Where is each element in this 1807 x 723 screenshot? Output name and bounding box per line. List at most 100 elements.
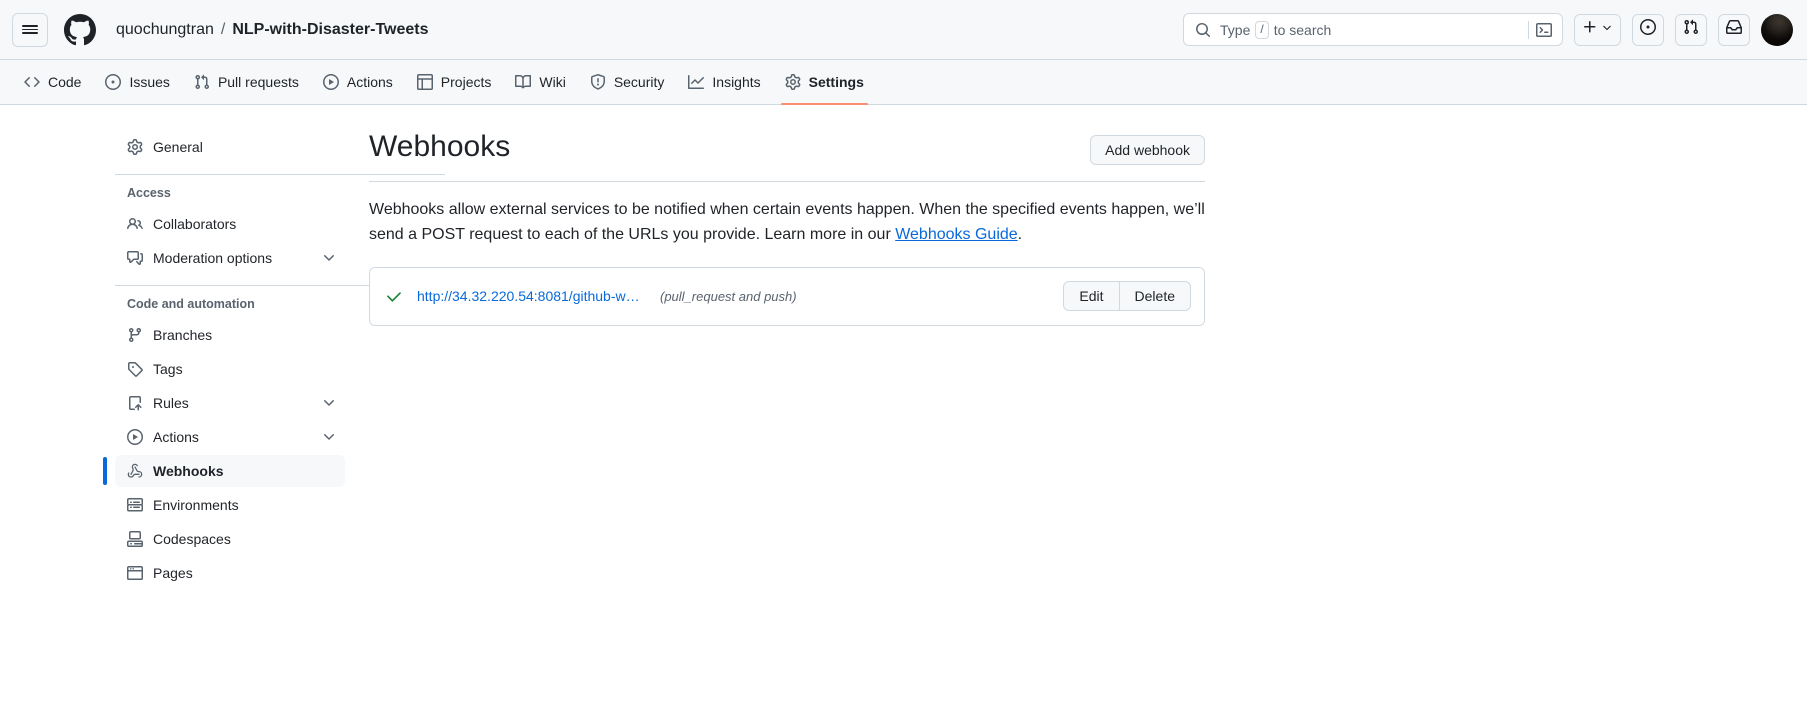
book-icon: [515, 74, 532, 90]
tab-projects[interactable]: Projects: [405, 60, 504, 104]
sidebar-item-branches[interactable]: Branches: [115, 319, 345, 351]
tab-code-label: Code: [48, 74, 82, 90]
breadcrumb: quochungtran / NLP-with-Disaster-Tweets: [116, 21, 429, 39]
breadcrumb-separator: /: [220, 20, 226, 38]
header-actions: Type / to search: [1183, 13, 1793, 46]
tab-insights-label: Insights: [712, 74, 761, 90]
tab-security-label: Security: [613, 74, 665, 90]
chevron-down-icon: [1601, 21, 1613, 39]
sidebar-item-label: Moderation options: [153, 250, 273, 266]
sidebar-item-codespaces[interactable]: Codespaces: [115, 523, 345, 555]
sidebar-item-label: Codespaces: [153, 531, 231, 547]
tab-actions[interactable]: Actions: [311, 60, 405, 104]
tab-code[interactable]: Code: [12, 60, 93, 104]
sidebar-item-label: Webhooks: [153, 463, 224, 479]
notifications-button[interactable]: [1718, 13, 1750, 46]
page-body: General Access Collaborators Moderation …: [0, 105, 1807, 723]
gear-icon: [785, 74, 801, 90]
sidebar-item-label: Pages: [153, 565, 193, 581]
shield-icon: [590, 74, 606, 90]
sidebar-item-pages[interactable]: Pages: [115, 557, 345, 589]
search-placeholder-suffix: to search: [1273, 21, 1332, 38]
github-logo-icon[interactable]: [64, 13, 96, 46]
plus-icon: [1582, 19, 1598, 40]
sidebar-item-label: Branches: [153, 327, 213, 343]
sidebar-item-moderation-options[interactable]: Moderation options: [115, 242, 345, 274]
webhooks-description-period: .: [1017, 225, 1023, 243]
search-placeholder: Type / to search: [1220, 20, 1332, 39]
tab-wiki[interactable]: Wiki: [503, 60, 577, 104]
sidebar-item-label: General: [153, 139, 203, 155]
chevron-down-icon: [321, 429, 337, 445]
search-input[interactable]: Type / to search: [1183, 13, 1563, 46]
table-icon: [416, 74, 433, 90]
avatar[interactable]: [1761, 13, 1793, 46]
search-icon: [1195, 22, 1211, 38]
sidebar-item-label: Collaborators: [153, 216, 237, 232]
webhooks-description: Webhooks allow external services to be n…: [369, 198, 1205, 248]
sidebar-item-label: Environments: [153, 497, 239, 513]
issue-opened-icon: [1640, 19, 1656, 40]
terminal-icon[interactable]: [1529, 22, 1556, 38]
tab-actions-label: Actions: [346, 74, 393, 90]
tab-insights[interactable]: Insights: [676, 60, 772, 104]
tab-projects-label: Projects: [440, 74, 492, 90]
search-slash-key: /: [1255, 20, 1269, 39]
sidebar-item-actions[interactable]: Actions: [115, 421, 345, 453]
tab-issues-label: Issues: [129, 74, 170, 90]
webhooks-guide-link[interactable]: Webhooks Guide: [895, 226, 1017, 243]
tag-icon: [127, 361, 143, 377]
server-icon: [127, 497, 143, 513]
sidebar-item-label: Rules: [153, 395, 189, 411]
issue-opened-icon: [105, 74, 122, 90]
webhook-row: http://34.32.220.54:8081/github-we… (pul…: [370, 267, 1204, 325]
create-new-button[interactable]: [1574, 13, 1621, 46]
webhook-list: http://34.32.220.54:8081/github-we… (pul…: [369, 266, 1205, 326]
check-icon: [386, 288, 403, 305]
sidebar-item-tags[interactable]: Tags: [115, 353, 345, 385]
sidebar-item-general[interactable]: General: [115, 131, 345, 163]
code-icon: [24, 74, 40, 90]
sidebar-group-access-title: Access: [127, 186, 171, 200]
gear-icon: [127, 139, 143, 155]
hamburger-menu-icon[interactable]: [12, 12, 48, 47]
webhooks-description-text: Webhooks allow external services to be n…: [369, 201, 1205, 243]
webhook-actions: Edit Delete: [1063, 281, 1191, 312]
sidebar-item-webhooks[interactable]: Webhooks: [103, 455, 345, 487]
delete-webhook-button[interactable]: Delete: [1119, 281, 1191, 312]
webhook-events: (pull_request and push): [660, 288, 797, 304]
tab-settings-label: Settings: [808, 74, 864, 90]
sidebar-group-code-automation-title: Code and automation: [127, 297, 255, 311]
webhooks-header: Webhooks Add webhook: [369, 129, 1205, 182]
add-webhook-button[interactable]: Add webhook: [1090, 135, 1205, 165]
tab-settings[interactable]: Settings: [773, 60, 876, 105]
issues-button[interactable]: [1632, 13, 1664, 46]
comment-discussion-icon: [127, 250, 143, 266]
tab-security[interactable]: Security: [578, 60, 677, 104]
page-title: Webhooks: [369, 130, 511, 163]
sidebar-item-environments[interactable]: Environments: [115, 489, 345, 521]
sidebar-item-label: Actions: [153, 429, 199, 445]
webhook-url-link[interactable]: http://34.32.220.54:8081/github-we…: [417, 288, 647, 304]
rules-icon: [127, 395, 143, 411]
sidebar-item-collaborators[interactable]: Collaborators: [115, 208, 345, 240]
play-icon: [127, 429, 143, 445]
chevron-down-icon: [321, 395, 337, 411]
breadcrumb-repo[interactable]: NLP-with-Disaster-Tweets: [232, 21, 428, 39]
tab-issues[interactable]: Issues: [93, 60, 181, 104]
browser-icon: [127, 565, 143, 581]
chevron-down-icon: [321, 250, 337, 266]
play-icon: [322, 74, 339, 90]
edit-webhook-button[interactable]: Edit: [1063, 281, 1120, 312]
tab-pull-requests[interactable]: Pull requests: [182, 60, 311, 104]
codespaces-icon: [127, 531, 143, 547]
git-pull-request-icon: [194, 74, 210, 90]
sidebar-item-rules[interactable]: Rules: [115, 387, 345, 419]
pull-requests-button[interactable]: [1675, 13, 1707, 46]
search-placeholder-prefix: Type: [1220, 21, 1251, 38]
breadcrumb-owner[interactable]: quochungtran: [116, 21, 214, 39]
global-header: quochungtran / NLP-with-Disaster-Tweets …: [0, 0, 1807, 60]
sidebar-item-label: Tags: [153, 361, 183, 377]
graph-icon: [688, 74, 705, 90]
repo-navigation: Code Issues Pull requests Actions Projec…: [0, 60, 1807, 105]
